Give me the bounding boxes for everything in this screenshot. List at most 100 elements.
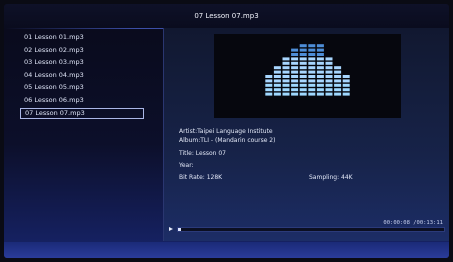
- visualizer-segment: [334, 70, 342, 74]
- sampling-text: Sampling: 44K: [309, 174, 353, 181]
- now-playing-title: 07 Lesson 07.mp3: [194, 12, 259, 20]
- player-window: 07 Lesson 07.mp3 01 Lesson 01.mp3 02 Les…: [4, 4, 449, 258]
- visualizer-segment: [325, 61, 333, 65]
- visualizer-segment: [273, 66, 281, 70]
- artist-text: Artist:Taipei Language Institute: [179, 128, 273, 135]
- visualizer-segment: [291, 57, 299, 61]
- visualizer-segment: [273, 92, 281, 96]
- visualizer-segment: [316, 44, 324, 48]
- visualizer-segment: [308, 66, 316, 70]
- visualizer-segment: [316, 61, 324, 65]
- album-text: Album:TLI - (Mandarin course 2): [179, 137, 276, 144]
- visualizer-segment: [291, 61, 299, 65]
- visualizer-segment: [316, 79, 324, 83]
- visualizer-graphic: [265, 44, 350, 96]
- progress-fill: [178, 228, 181, 231]
- visualizer-segment: [334, 79, 342, 83]
- visualizer-segment: [334, 92, 342, 96]
- playlist: 01 Lesson 01.mp3 02 Lesson 02.mp3 03 Les…: [20, 32, 144, 120]
- visualizer-segment: [299, 88, 307, 92]
- visualizer-segment: [342, 88, 350, 92]
- visualizer-segment: [299, 61, 307, 65]
- visualizer-segment: [299, 53, 307, 56]
- visualizer-segment: [325, 79, 333, 83]
- visualizer-segment: [291, 75, 299, 78]
- visualizer-segment: [308, 88, 316, 92]
- visualizer-segment: [282, 79, 290, 83]
- visualizer-segment: [291, 53, 299, 56]
- year-text: Year:: [179, 162, 194, 169]
- visualizer-segment: [299, 70, 307, 74]
- visualizer-segment: [265, 92, 273, 96]
- visualizer-segment: [273, 70, 281, 74]
- visualizer-segment: [325, 70, 333, 74]
- visualizer-segment: [299, 83, 307, 87]
- visualizer-segment: [265, 79, 273, 83]
- playlist-item[interactable]: 06 Lesson 06.mp3: [20, 95, 144, 106]
- title-text: Title: Lesson 07: [179, 150, 226, 157]
- bottom-bar: [4, 242, 449, 258]
- visualizer-segment: [282, 61, 290, 65]
- visualizer-segment: [299, 48, 307, 52]
- visualizer-segment: [282, 70, 290, 74]
- visualizer-segment: [342, 75, 350, 78]
- visualizer-segment: [273, 75, 281, 78]
- visualizer-segment: [308, 61, 316, 65]
- visualizer-segment: [308, 48, 316, 52]
- visualizer-segment: [308, 79, 316, 83]
- visualizer-segment: [291, 48, 299, 52]
- playlist-item[interactable]: 04 Lesson 04.mp3: [20, 70, 144, 81]
- visualizer-segment: [273, 83, 281, 87]
- visualizer-segment: [342, 83, 350, 87]
- visualizer-segment: [334, 75, 342, 78]
- visualizer-segment: [316, 57, 324, 61]
- play-icon[interactable]: [169, 227, 173, 231]
- visualizer-segment: [291, 79, 299, 83]
- visualizer-segment: [299, 92, 307, 96]
- playlist-item[interactable]: 03 Lesson 03.mp3: [20, 57, 144, 68]
- visualizer-segment: [291, 88, 299, 92]
- visualizer-segment: [291, 70, 299, 74]
- time-readout: 00:00:08 /00:13:11: [383, 220, 443, 226]
- visualizer-segment: [282, 88, 290, 92]
- progress-bar[interactable]: [177, 227, 445, 232]
- visualizer-segment: [265, 75, 273, 78]
- visualizer-segment: [291, 66, 299, 70]
- playlist-item[interactable]: 01 Lesson 01.mp3: [20, 32, 144, 43]
- playlist-item-label: 02 Lesson 02.mp3: [24, 45, 84, 54]
- visualizer-segment: [282, 83, 290, 87]
- visualizer-segment: [316, 75, 324, 78]
- visualizer-segment: [325, 83, 333, 87]
- visualizer-segment: [342, 92, 350, 96]
- visualizer-segment: [282, 75, 290, 78]
- visualizer-segment: [308, 75, 316, 78]
- visualizer-segment: [308, 83, 316, 87]
- visualizer-segment: [325, 92, 333, 96]
- visualizer-segment: [316, 92, 324, 96]
- visualizer-segment: [308, 57, 316, 61]
- visualizer-segment: [299, 44, 307, 48]
- visualizer-segment: [282, 92, 290, 96]
- visualizer-segment: [299, 79, 307, 83]
- playlist-item-label: 07 Lesson 07.mp3: [25, 108, 85, 117]
- playlist-item[interactable]: 05 Lesson 05.mp3: [20, 82, 144, 93]
- visualizer-segment: [334, 66, 342, 70]
- visualizer-segment: [316, 83, 324, 87]
- visualizer-segment: [334, 88, 342, 92]
- playlist-item-label: 06 Lesson 06.mp3: [24, 95, 84, 104]
- visualizer-segment: [325, 88, 333, 92]
- visualizer-segment: [308, 44, 316, 48]
- visualizer-segment: [316, 70, 324, 74]
- visualizer-segment: [299, 66, 307, 70]
- playlist-item-label: 01 Lesson 01.mp3: [24, 33, 84, 41]
- playlist-item-selected[interactable]: 07 Lesson 07.mp3: [20, 107, 144, 119]
- bitrate-text: Bit Rate: 128K: [179, 174, 223, 181]
- visualizer-segment: [291, 83, 299, 87]
- visualizer-segment: [265, 83, 273, 87]
- visualizer-segment: [273, 88, 281, 92]
- visualizer-segment: [316, 48, 324, 52]
- visualizer-segment: [316, 88, 324, 92]
- playlist-item[interactable]: 02 Lesson 02.mp3: [20, 45, 144, 56]
- visualizer-segment: [325, 57, 333, 61]
- visualizer-segment: [299, 75, 307, 78]
